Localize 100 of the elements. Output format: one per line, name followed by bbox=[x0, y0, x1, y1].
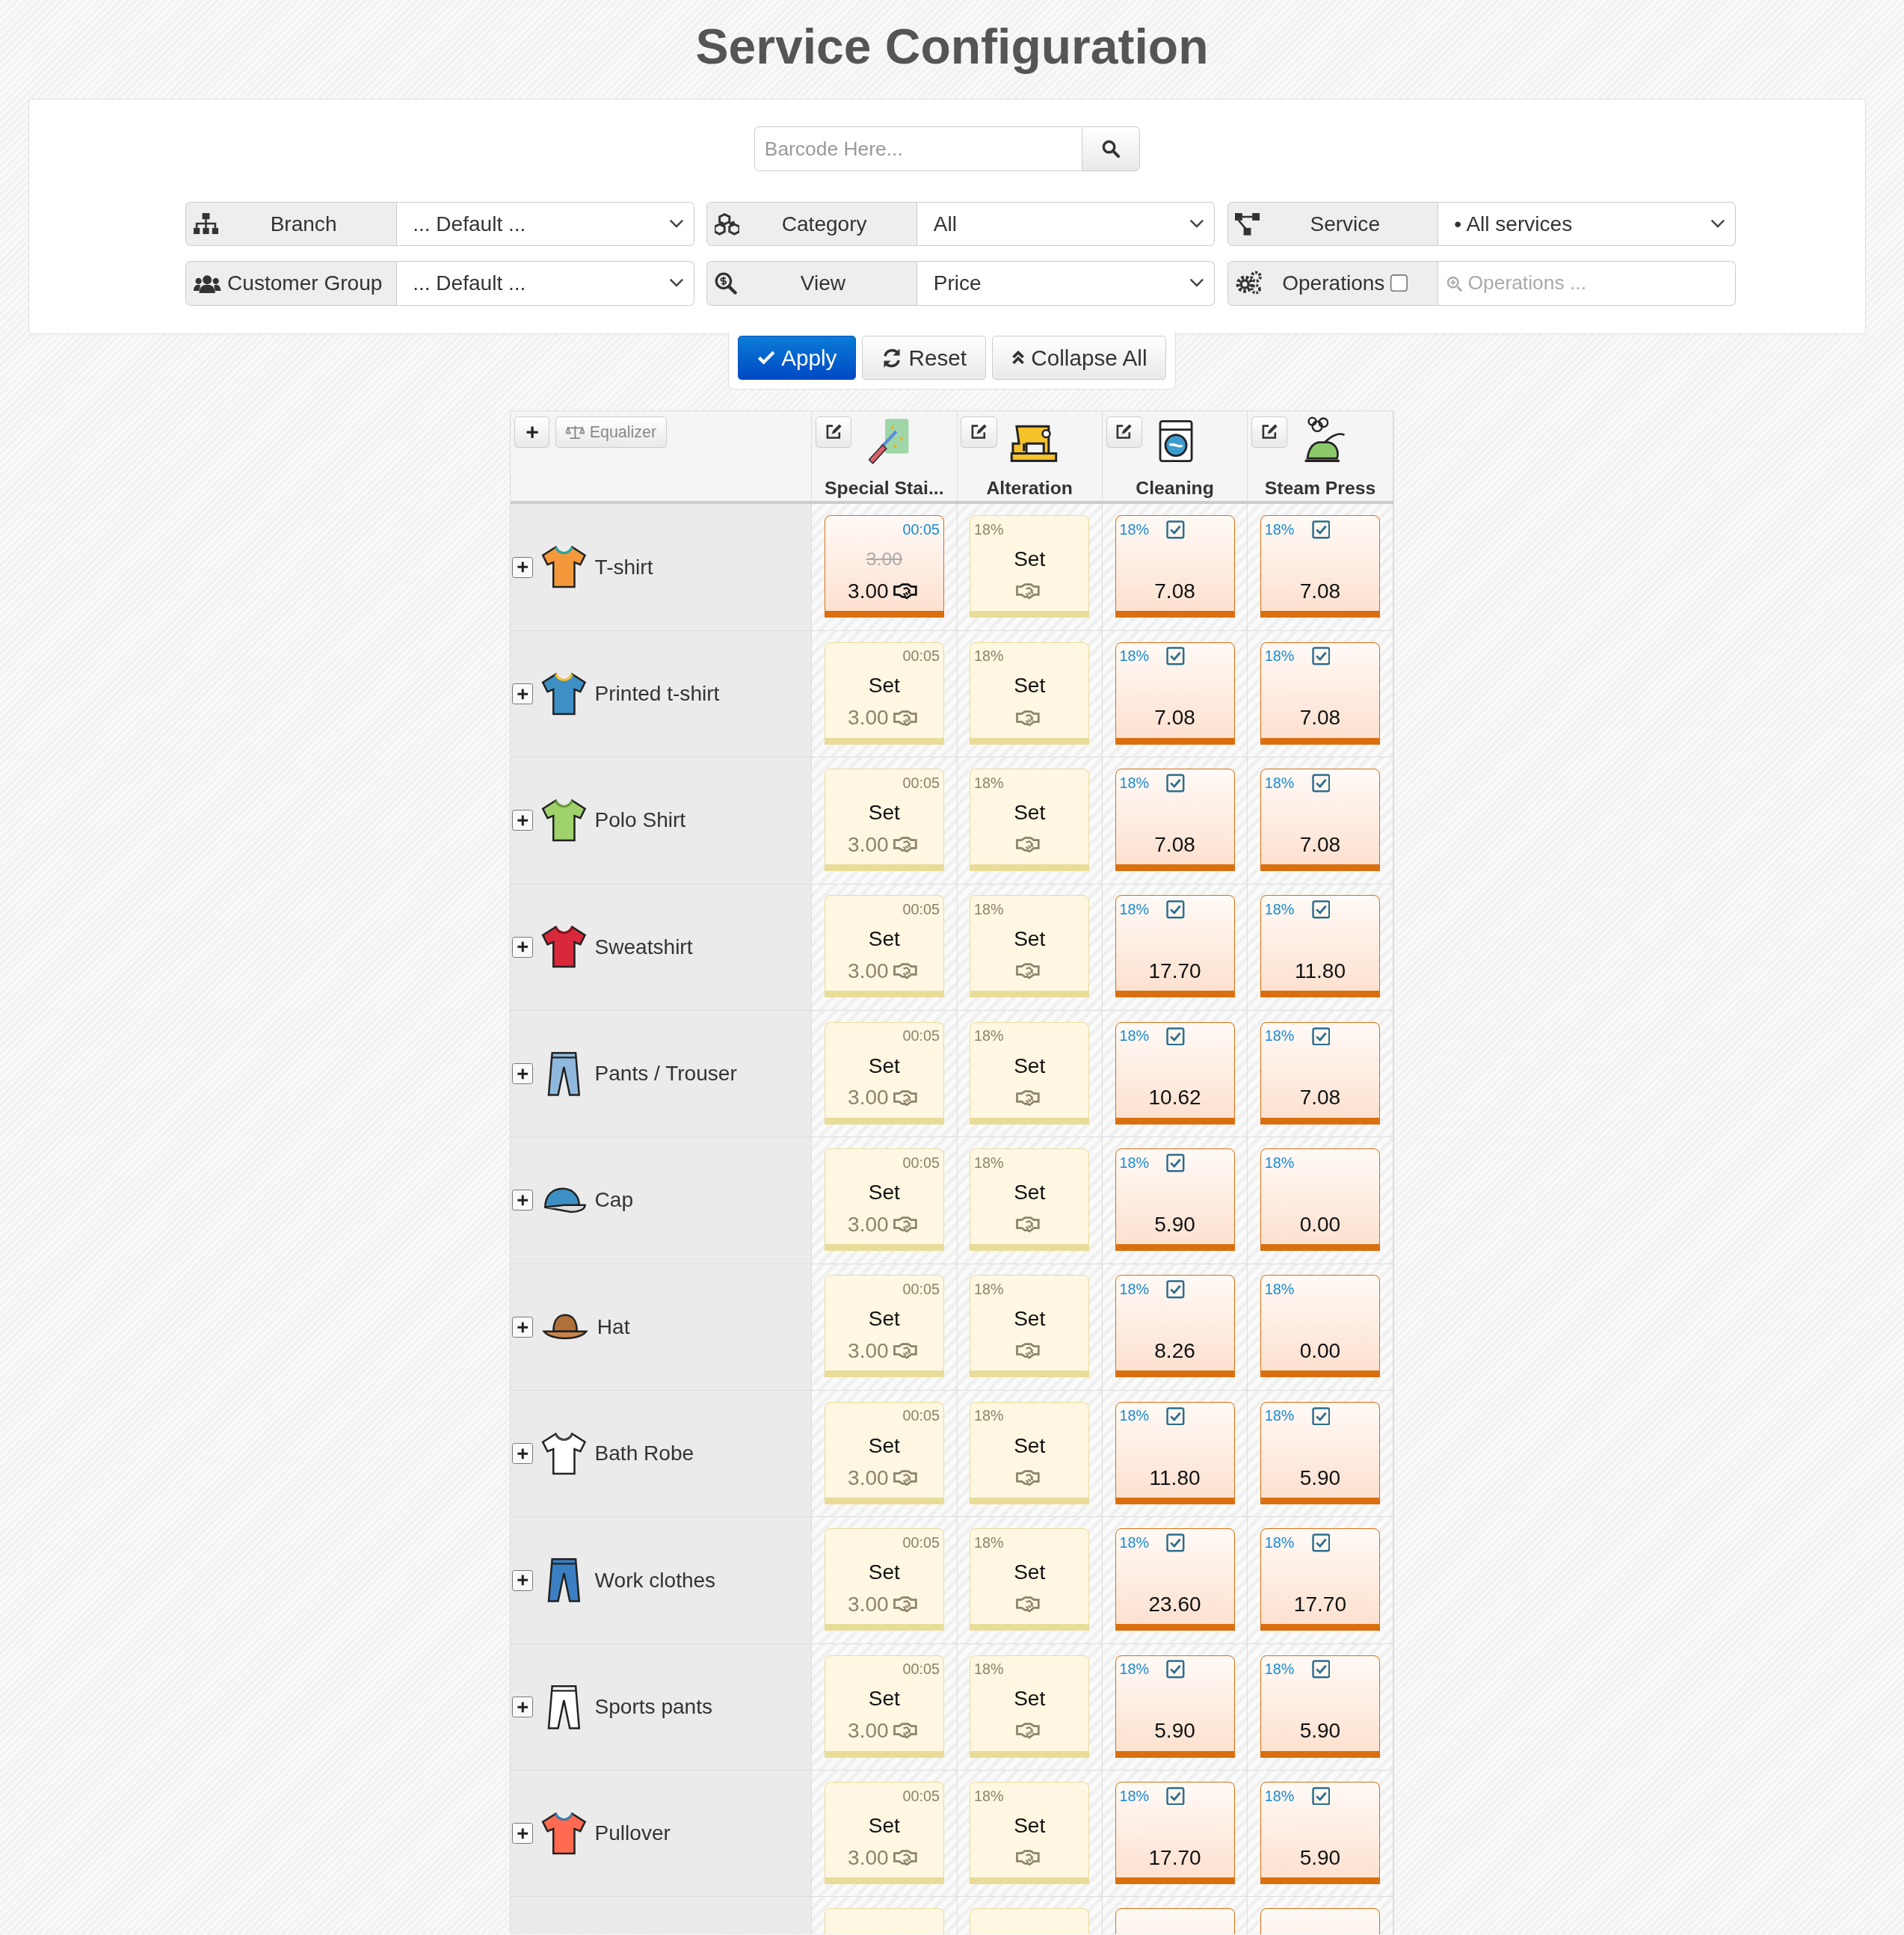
price-card[interactable]: 18% Set bbox=[970, 642, 1090, 745]
plus-icon bbox=[516, 1067, 529, 1080]
price-card[interactable]: 18% 17.70 bbox=[1260, 1528, 1380, 1631]
price-value: 17.70 bbox=[1148, 959, 1201, 984]
set-label: Set bbox=[1014, 1813, 1046, 1838]
price-card[interactable]: 18% 0.00 bbox=[1260, 1148, 1380, 1252]
price-card[interactable]: 00:05 Set 3.00 bbox=[824, 1655, 944, 1758]
time-text: 00:05 bbox=[902, 1407, 940, 1425]
price-card[interactable]: 18% 8.26 bbox=[1115, 1275, 1235, 1378]
price-card[interactable]: 00:05 Set 3.00 bbox=[824, 1021, 944, 1125]
expand-button[interactable] bbox=[512, 1823, 534, 1845]
price-card[interactable]: 00:05 3.00 3.00 bbox=[824, 515, 944, 618]
price-card[interactable]: 18% Set bbox=[970, 1148, 1090, 1252]
price-card[interactable]: 00:05 Set 3.00 bbox=[824, 895, 944, 998]
price-card[interactable]: 18% Set bbox=[970, 895, 1090, 998]
set-label: Set bbox=[868, 1560, 900, 1584]
price-card[interactable]: 18% 17.70 bbox=[1115, 1781, 1235, 1884]
price-card[interactable]: 18% 5.90 bbox=[1260, 1401, 1380, 1504]
search-button[interactable] bbox=[1082, 126, 1141, 171]
expand-button[interactable] bbox=[512, 810, 534, 831]
price-card[interactable]: 18% 5.90 bbox=[1115, 1148, 1235, 1252]
expand-button[interactable] bbox=[512, 1696, 534, 1717]
price-card[interactable]: 18% Set bbox=[970, 1275, 1090, 1378]
price-card[interactable]: 18% 5.90 bbox=[1115, 1655, 1235, 1758]
action-button[interactable]: Reset bbox=[862, 335, 986, 381]
price-card[interactable]: 18% 23.60 bbox=[1115, 1528, 1235, 1631]
price-card[interactable]: 18% 5.90 bbox=[1260, 1655, 1380, 1758]
tax-rate: 18% bbox=[974, 520, 1004, 538]
price-value: 3.00 bbox=[848, 832, 889, 857]
price-card[interactable]: 18% Set bbox=[970, 515, 1090, 618]
expand-button[interactable] bbox=[512, 1569, 534, 1591]
price-card[interactable]: 00:05 Set 3.00 bbox=[824, 1275, 944, 1378]
page-title: Service Configuration bbox=[694, 17, 1210, 76]
search-field[interactable]: Operations ... bbox=[1438, 261, 1736, 306]
price-card[interactable]: 00:05 Set 3.00 bbox=[824, 1401, 944, 1504]
price-card[interactable]: 18% 7.08 bbox=[1115, 515, 1235, 618]
edit-button[interactable] bbox=[1251, 416, 1288, 449]
edit-button[interactable] bbox=[961, 416, 997, 449]
tax-rate: 18% bbox=[1119, 1407, 1150, 1425]
edit-button[interactable] bbox=[1106, 416, 1142, 449]
price-card[interactable]: 18% Set bbox=[970, 769, 1090, 872]
price-card[interactable]: 18% 11.80 bbox=[1115, 1401, 1235, 1504]
price-value: 17.70 bbox=[1293, 1592, 1346, 1616]
price-value: 7.08 bbox=[1299, 706, 1341, 730]
tax-rate: 18% bbox=[1264, 774, 1295, 792]
dropdown[interactable]: All bbox=[917, 202, 1216, 247]
action-button[interactable]: Collapse All bbox=[992, 335, 1167, 381]
add-button[interactable] bbox=[514, 416, 549, 449]
expand-button[interactable] bbox=[512, 1063, 534, 1085]
price-value: 3.00 bbox=[848, 1719, 889, 1744]
dropdown[interactable]: • All services bbox=[1438, 202, 1736, 247]
price-card[interactable]: 00:05 Set 3.00 bbox=[824, 642, 944, 745]
price-card[interactable]: 18% 7.08 bbox=[1260, 642, 1380, 745]
dropdown[interactable]: Price bbox=[917, 261, 1216, 306]
price-card[interactable]: 18% 5.90 bbox=[1260, 1781, 1380, 1884]
price-value: 8.26 bbox=[1154, 1339, 1195, 1364]
price-card[interactable]: 00:05 Set 3.00 bbox=[824, 769, 944, 872]
price-card[interactable]: 18% 7.08 bbox=[1260, 769, 1380, 872]
expand-button[interactable] bbox=[512, 1190, 534, 1211]
plus-icon bbox=[516, 1827, 529, 1840]
price-card[interactable]: 18% 0.00 bbox=[1260, 1275, 1380, 1378]
price-card[interactable]: 18% Set bbox=[970, 1781, 1090, 1884]
set-label: Set bbox=[868, 1180, 900, 1205]
price-value: 5.90 bbox=[1299, 1719, 1341, 1744]
price-card[interactable]: 18% 7.08 bbox=[1115, 642, 1235, 745]
price-card[interactable]: 18% 7.08 bbox=[1260, 1021, 1380, 1125]
edit-button[interactable] bbox=[816, 416, 852, 449]
price-card[interactable]: 00:05 Set 3.00 bbox=[824, 1528, 944, 1631]
set-label: Set bbox=[868, 1053, 900, 1078]
checkbox[interactable] bbox=[1390, 274, 1408, 293]
dropdown[interactable]: ... Default ... bbox=[396, 261, 694, 306]
price-card[interactable]: 18% Set bbox=[970, 1401, 1090, 1504]
action-button[interactable]: Apply bbox=[737, 335, 857, 381]
price-card[interactable]: 18% 17.70 bbox=[1115, 895, 1235, 998]
time-text: 00:05 bbox=[902, 1027, 940, 1045]
price-card[interactable]: 00:05 Set 3.00 bbox=[824, 1781, 944, 1884]
tax-rate: 18% bbox=[1264, 1787, 1295, 1805]
price-card[interactable]: 18% 7.08 bbox=[1115, 769, 1235, 872]
price-value: 10.62 bbox=[1148, 1086, 1201, 1110]
price-value: 3.00 bbox=[848, 1086, 889, 1110]
tax-rate: 18% bbox=[1119, 1533, 1150, 1551]
price-card[interactable]: 18% Set bbox=[970, 1528, 1090, 1631]
time-text: 00:05 bbox=[902, 901, 940, 919]
expand-button[interactable] bbox=[512, 1443, 534, 1465]
price-card[interactable]: 00:05 Set 3.00 bbox=[824, 1148, 944, 1252]
barcode-field[interactable]: Barcode Here... bbox=[754, 126, 1082, 171]
price-card[interactable]: 18% 11.80 bbox=[1260, 895, 1380, 998]
price-card[interactable]: 18% 10.62 bbox=[1115, 1021, 1235, 1125]
price-value: 3.00 bbox=[848, 1592, 889, 1616]
expand-button[interactable] bbox=[512, 683, 534, 705]
expand-button[interactable] bbox=[512, 936, 534, 958]
expand-button[interactable] bbox=[512, 1316, 534, 1338]
price-card[interactable]: 18% Set bbox=[970, 1655, 1090, 1758]
price-card[interactable]: 18% Set bbox=[970, 1021, 1090, 1125]
expand-button[interactable] bbox=[512, 556, 534, 578]
item-name: Hat bbox=[597, 1314, 630, 1339]
tax-rate: 18% bbox=[1119, 1787, 1150, 1805]
price-card[interactable]: 18% 7.08 bbox=[1260, 515, 1380, 618]
dropdown[interactable]: ... Default ... bbox=[396, 202, 694, 247]
set-label: Set bbox=[1014, 1053, 1046, 1078]
